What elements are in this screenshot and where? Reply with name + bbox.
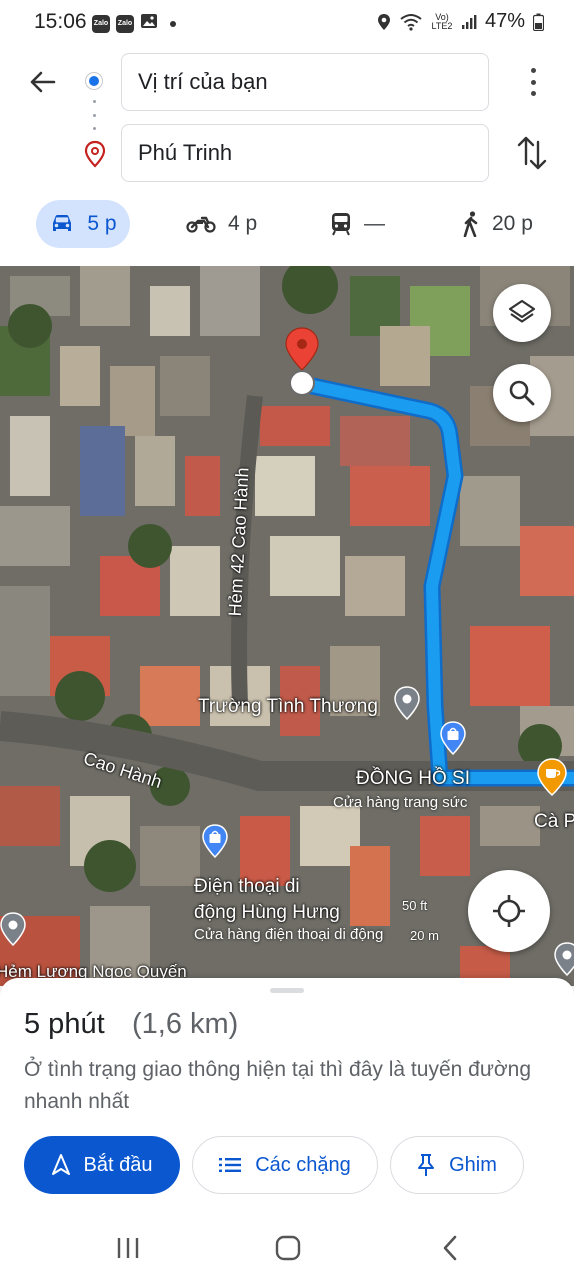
- route-description: Ở tình trạng giao thông hiện tại thì đây…: [24, 1058, 532, 1113]
- wifi-icon: [399, 13, 423, 31]
- mode-walk-tab[interactable]: 20 p: [462, 200, 533, 248]
- start-button[interactable]: Bắt đầu: [24, 1136, 180, 1194]
- destination-field[interactable]: Phú Trinh: [121, 124, 489, 182]
- map-view[interactable]: Hẻm 42 Cao Hành Trường Tình Thương Cao H…: [0, 266, 574, 986]
- search-map-button[interactable]: [493, 364, 551, 422]
- back-button[interactable]: [22, 62, 62, 102]
- swap-directions-button[interactable]: [516, 134, 548, 177]
- layers-button[interactable]: [493, 284, 551, 342]
- battery-level: 47%: [484, 10, 525, 32]
- poi-pin-icon[interactable]: [0, 912, 26, 951]
- navigation-arrow-icon: [51, 1154, 70, 1175]
- scale-meters: 20 m: [410, 928, 439, 943]
- more-options-button[interactable]: [518, 64, 548, 100]
- watch-shop-type-label: Cửa hàng trang sức: [333, 794, 468, 811]
- phone-shop-type-label: Cửa hàng điện thoại di động: [194, 926, 384, 943]
- motorbike-icon: [186, 216, 216, 233]
- home-icon: [275, 1235, 301, 1261]
- walk-icon: [463, 211, 478, 237]
- phone-shop-label-line1[interactable]: Điện thoại di: [194, 876, 300, 898]
- school-label[interactable]: Trường Tình Thương: [198, 696, 378, 718]
- home-button[interactable]: [268, 1232, 308, 1264]
- my-location-button[interactable]: [468, 870, 550, 952]
- crosshair-icon: [493, 895, 525, 927]
- route-dots-icon: [93, 100, 96, 130]
- back-nav-button[interactable]: [430, 1232, 470, 1264]
- zalo-icon: Zalo: [116, 14, 134, 33]
- scale-feet: 50 ft: [402, 898, 428, 913]
- cafe-pin-icon[interactable]: [537, 758, 567, 801]
- signal-icon: [461, 14, 477, 30]
- layers-icon: [508, 299, 536, 323]
- pushpin-icon: [418, 1154, 435, 1176]
- arrow-back-icon: [30, 71, 56, 93]
- list-icon: [219, 1158, 242, 1172]
- cafe-label[interactable]: Cà P: [534, 811, 574, 833]
- mode-transit-tab[interactable]: —: [330, 200, 385, 248]
- status-bar: 15:06 Zalo Zalo Vo) LTE2 47%: [0, 0, 574, 44]
- mode-transit-time: —: [364, 212, 385, 235]
- sheet-drag-handle[interactable]: [270, 988, 304, 993]
- car-icon: [53, 215, 72, 231]
- shop-pin-icon[interactable]: [440, 721, 466, 760]
- destination-pin-icon: [84, 140, 106, 173]
- origin-dot-icon: [86, 73, 102, 89]
- poi-pin-icon-right[interactable]: [554, 942, 574, 981]
- mode-car-tab[interactable]: 5 p: [36, 200, 130, 248]
- battery-icon: [533, 13, 544, 31]
- image-icon: [140, 12, 158, 35]
- status-indicators: Vo) LTE2 47%: [377, 10, 544, 33]
- steps-button-label: Các chặng: [255, 1153, 351, 1176]
- status-time: 15:06: [34, 10, 87, 33]
- more-notifications-dot: [170, 20, 176, 27]
- watch-shop-label[interactable]: ĐỒNG HỒ SI: [356, 768, 470, 790]
- recent-apps-button[interactable]: [108, 1232, 148, 1264]
- phone-shop-pin-icon[interactable]: [202, 824, 228, 863]
- route-distance: (1,6 km): [132, 1008, 239, 1040]
- mode-car-time: 5 p: [87, 212, 117, 235]
- pin-button[interactable]: Ghim: [390, 1136, 524, 1194]
- travel-mode-tabs: 5 p 4 p — 20 p: [0, 198, 574, 254]
- route-end-marker-icon[interactable]: [284, 326, 324, 403]
- mode-walk-time: 20 p: [492, 212, 533, 235]
- school-pin-icon[interactable]: [394, 686, 420, 725]
- transit-icon: [332, 213, 350, 236]
- phone-shop-label-line2[interactable]: động Hùng Hưng: [194, 902, 340, 924]
- search-icon: [509, 380, 535, 406]
- mode-motorbike-time: 4 p: [228, 212, 258, 235]
- recent-apps-icon: [117, 1238, 139, 1258]
- system-nav-bar: [0, 1216, 574, 1280]
- chevron-left-icon: [443, 1235, 457, 1261]
- notification-icons: Zalo Zalo: [92, 12, 176, 35]
- origin-field[interactable]: Vị trí của bạn: [121, 53, 489, 111]
- start-button-label: Bắt đầu: [83, 1153, 153, 1176]
- zalo-icon: Zalo: [92, 14, 110, 33]
- pin-button-label: Ghim: [449, 1153, 497, 1176]
- mode-motorbike-tab[interactable]: 4 p: [186, 200, 257, 248]
- swap-icon: [517, 136, 547, 170]
- location-icon: [377, 13, 391, 31]
- steps-button[interactable]: Các chặng: [192, 1136, 378, 1194]
- route-duration: 5 phút: [24, 1008, 105, 1040]
- network-type-label: Vo) LTE2: [431, 11, 453, 31]
